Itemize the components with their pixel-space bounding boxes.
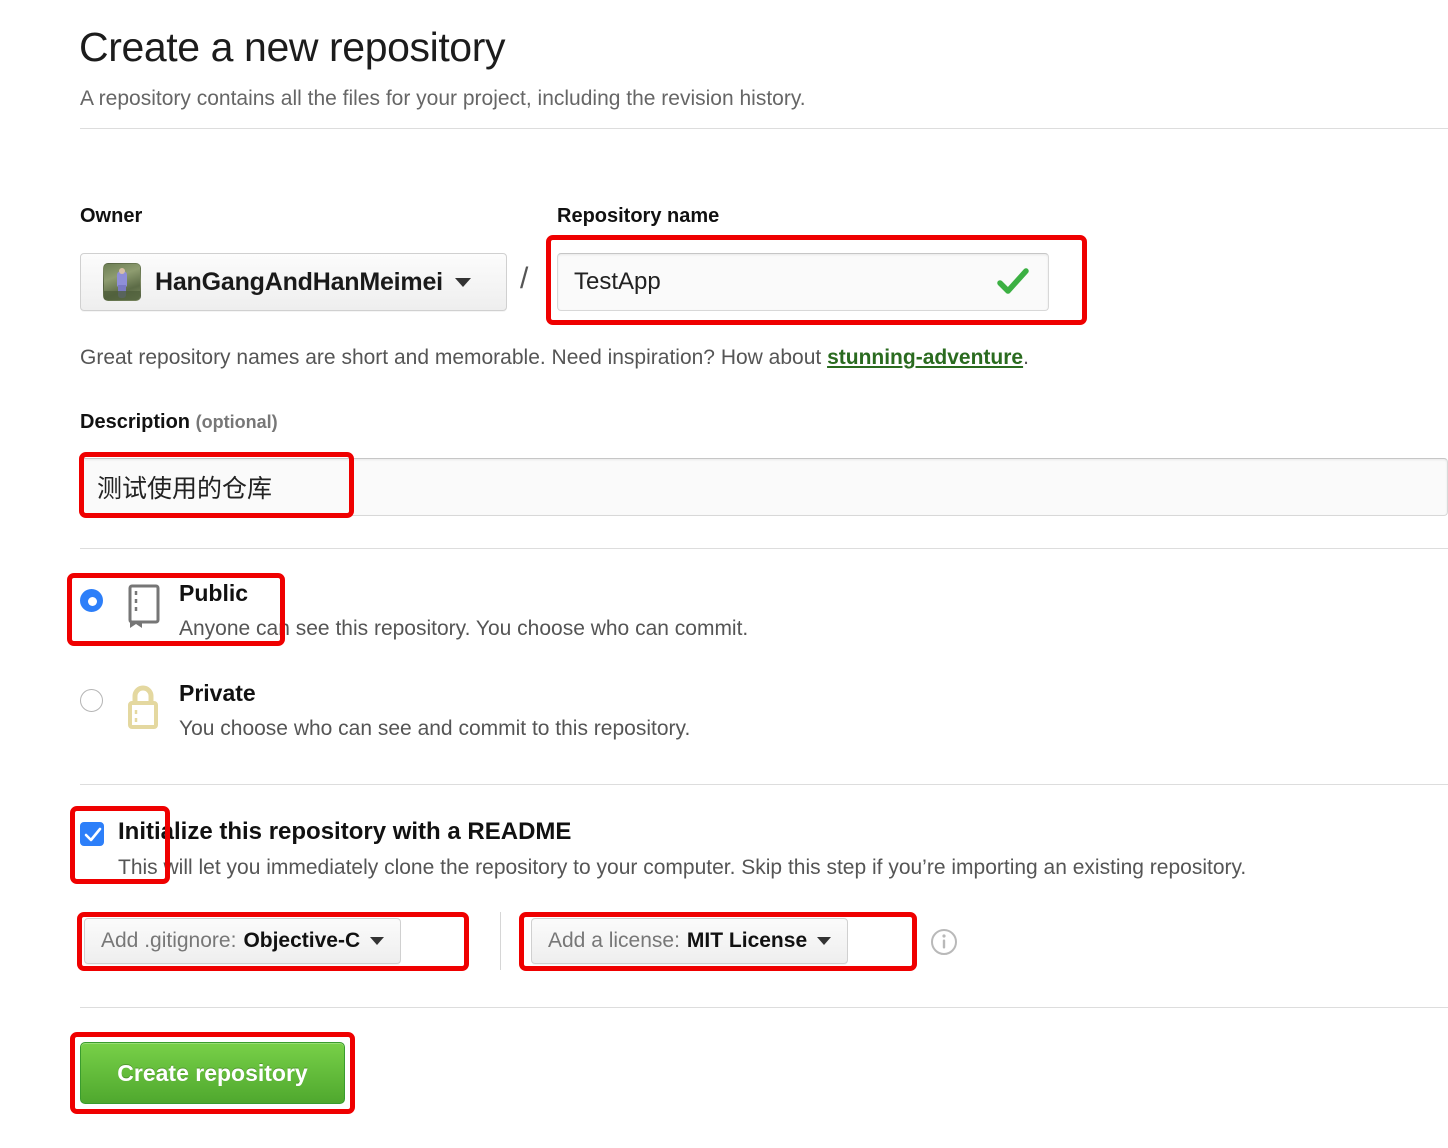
repository-name-hint: Great repository names are short and mem… — [80, 344, 1029, 372]
page-title: Create a new repository — [79, 24, 506, 70]
chevron-down-icon — [817, 937, 832, 945]
description-value: 测试使用的仓库 — [97, 474, 273, 503]
public-title: Public — [179, 580, 249, 606]
repository-name-value: TestApp — [574, 268, 661, 295]
readme-description: This will let you immediately clone the … — [118, 856, 1247, 879]
divider-visibility — [80, 548, 1448, 549]
repo-book-icon — [122, 582, 168, 632]
readme-checkbox[interactable] — [80, 822, 104, 846]
repository-name-input[interactable]: TestApp — [557, 253, 1049, 311]
description-input[interactable]: 测试使用的仓库 — [80, 458, 1448, 516]
license-dropdown[interactable]: Add a license: MIT License — [531, 918, 849, 964]
gitignore-value: Objective-C — [243, 929, 361, 952]
license-value: MIT License — [686, 929, 808, 952]
user-avatar-image — [103, 263, 141, 301]
license-prefix: Add a license: — [548, 929, 680, 952]
hint-text-after: . — [1023, 346, 1029, 369]
page-subtitle: A repository contains all the files for … — [80, 87, 806, 110]
check-mark-icon — [996, 265, 1030, 299]
divider-submit — [80, 1007, 1448, 1008]
suggested-name-link[interactable]: stunning-adventure — [827, 346, 1023, 369]
description-label: Description (optional) — [80, 411, 278, 434]
chevron-down-icon — [454, 277, 471, 287]
owner-repo-separator: / — [520, 262, 529, 295]
check-mark-icon — [84, 827, 102, 842]
description-optional-text: (optional) — [195, 412, 278, 432]
private-title: Private — [179, 680, 256, 706]
create-repository-button[interactable]: Create repository — [80, 1042, 345, 1104]
divider-header — [80, 128, 1448, 129]
private-description: You choose who can see and commit to thi… — [179, 717, 691, 740]
hint-text-before: Great repository names are short and mem… — [80, 346, 828, 369]
gitignore-prefix: Add .gitignore: — [101, 929, 237, 952]
readme-title: Initialize this repository with a README — [118, 818, 572, 845]
owner-dropdown[interactable]: HanGangAndHanMeimei — [80, 253, 507, 311]
lock-icon — [122, 682, 168, 732]
description-label-text: Description — [80, 411, 191, 433]
radio-private[interactable] — [80, 689, 103, 712]
owner-label: Owner — [80, 205, 143, 227]
dropdown-separator — [500, 912, 501, 970]
owner-name: HanGangAndHanMeimei — [155, 267, 443, 296]
public-description: Anyone can see this repository. You choo… — [179, 617, 749, 640]
radio-public[interactable] — [80, 589, 103, 612]
create-repository-page: Create a new repository A repository con… — [0, 0, 1448, 1148]
gitignore-dropdown[interactable]: Add .gitignore: Objective-C — [84, 918, 402, 964]
divider-readme — [80, 784, 1448, 785]
info-circle-icon[interactable] — [930, 928, 958, 956]
chevron-down-icon — [370, 937, 385, 945]
repository-name-label: Repository name — [557, 205, 720, 227]
